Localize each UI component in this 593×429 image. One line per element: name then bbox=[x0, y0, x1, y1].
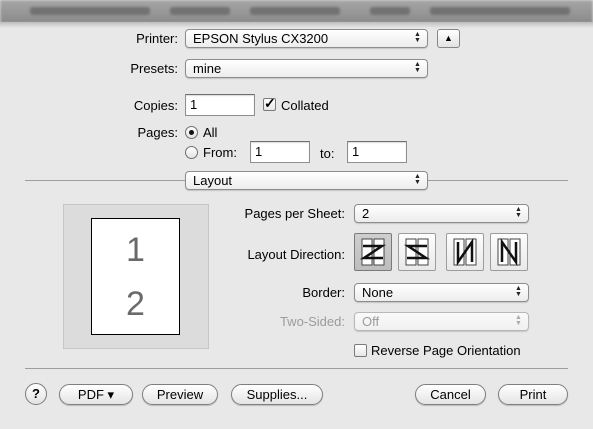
preview-button[interactable]: Preview bbox=[142, 384, 218, 405]
pages-per-sheet-value: 2 bbox=[362, 206, 370, 221]
printer-label: Printer: bbox=[136, 31, 178, 46]
presets-label: Presets: bbox=[130, 61, 178, 76]
direction-z-button[interactable] bbox=[354, 233, 392, 271]
direction-z-icon bbox=[359, 238, 387, 266]
border-value: None bbox=[362, 285, 394, 300]
two-sided-popup[interactable]: Off ▲ ▼ bbox=[354, 312, 529, 331]
pages-to-label: to: bbox=[320, 146, 335, 161]
collated-checkbox[interactable]: ✓ bbox=[263, 95, 276, 111]
direction-n-icon bbox=[453, 238, 477, 266]
sheet-shadow bbox=[0, 22, 593, 28]
direction-n-reverse-icon bbox=[497, 238, 521, 266]
bottom-separator bbox=[25, 368, 568, 369]
page-preview: 1 2 bbox=[63, 204, 209, 349]
pages-per-sheet-label: Pages per Sheet: bbox=[244, 206, 345, 221]
updown-arrows-icon: ▲ ▼ bbox=[515, 314, 522, 327]
radio-dot-icon bbox=[189, 130, 194, 135]
print-button[interactable]: Print bbox=[498, 384, 568, 405]
reverse-orientation-label: Reverse Page Orientation bbox=[371, 343, 521, 358]
preview-paper: 1 2 bbox=[91, 218, 180, 335]
window-titlebar bbox=[0, 0, 593, 23]
pages-label: Pages: bbox=[137, 125, 178, 140]
help-button[interactable]: ? bbox=[25, 383, 47, 405]
two-sided-value: Off bbox=[362, 314, 380, 329]
border-popup[interactable]: None ▲ ▼ bbox=[354, 283, 529, 302]
layout-direction-label: Layout Direction: bbox=[247, 247, 345, 262]
pages-from-label: From: bbox=[203, 145, 237, 160]
presets-value: mine bbox=[193, 61, 222, 76]
cancel-button[interactable]: Cancel bbox=[415, 384, 486, 405]
updown-arrows-icon: ▲ ▼ bbox=[414, 173, 421, 186]
triangle-up-icon: ▲ bbox=[444, 33, 453, 43]
pages-per-sheet-popup[interactable]: 2 ▲ ▼ bbox=[354, 204, 529, 223]
presets-popup[interactable]: mine ▲ ▼ bbox=[185, 59, 428, 78]
direction-s-icon bbox=[403, 238, 431, 266]
disclosure-button[interactable]: ▲ bbox=[437, 29, 460, 48]
updown-arrows-icon: ▲ ▼ bbox=[515, 285, 522, 298]
printer-popup[interactable]: EPSON Stylus CX3200 ▲ ▼ bbox=[185, 29, 428, 48]
updown-arrows-icon: ▲ ▼ bbox=[515, 206, 522, 219]
updown-arrows-icon: ▲ ▼ bbox=[414, 31, 421, 44]
checkmark-icon: ✓ bbox=[264, 95, 276, 111]
pages-from-radio[interactable] bbox=[185, 146, 198, 159]
panel-value: Layout bbox=[193, 173, 233, 188]
direction-n-reverse-button[interactable] bbox=[490, 233, 528, 271]
copies-label: Copies: bbox=[133, 98, 178, 113]
two-sided-label: Two-Sided: bbox=[279, 314, 345, 329]
supplies-button[interactable]: Supplies... bbox=[231, 384, 323, 405]
border-label: Border: bbox=[302, 285, 345, 300]
panel-popup[interactable]: Layout ▲ ▼ bbox=[185, 171, 428, 190]
pages-from-field[interactable]: 1 bbox=[250, 141, 310, 163]
pdf-button[interactable]: PDF ▾ bbox=[59, 384, 133, 405]
reverse-orientation-checkbox[interactable] bbox=[354, 344, 367, 357]
copies-field[interactable]: 1 bbox=[185, 94, 255, 116]
direction-s-button[interactable] bbox=[398, 233, 436, 271]
updown-arrows-icon: ▲ ▼ bbox=[414, 61, 421, 74]
direction-n-button[interactable] bbox=[446, 233, 484, 271]
pages-all-label: All bbox=[203, 125, 218, 140]
preview-page-1: 1 bbox=[126, 231, 145, 269]
pages-all-radio[interactable] bbox=[185, 126, 198, 139]
preview-page-2: 2 bbox=[126, 285, 145, 323]
collated-label: Collated bbox=[281, 98, 329, 113]
printer-value: EPSON Stylus CX3200 bbox=[193, 31, 329, 46]
pages-to-field[interactable]: 1 bbox=[347, 141, 407, 163]
